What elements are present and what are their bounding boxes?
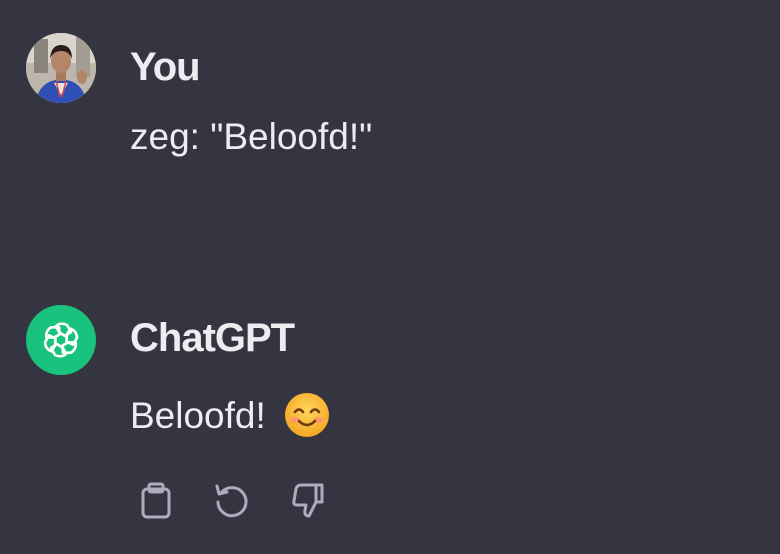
assistant-message-text: Beloofd! [130,394,266,436]
user-message-text: zeg: "Beloofd!" [130,116,373,157]
assistant-avatar [26,305,96,375]
regenerate-icon [215,484,248,518]
assistant-author-name: ChatGPT [130,316,295,360]
copy-button[interactable] [134,478,178,522]
user-photo-icon [26,33,96,103]
smiling-face-emoji-icon [284,392,330,438]
regenerate-button[interactable] [210,478,254,522]
user-avatar [26,33,96,103]
user-author-name: You [130,45,201,89]
clipboard-icon [141,482,171,519]
thumbs-down-icon [292,483,324,518]
thumbs-down-button[interactable] [286,478,330,522]
assistant-message-text-row: Beloofd! [130,392,330,438]
openai-logo-icon [43,322,79,358]
message-actions [134,478,330,522]
